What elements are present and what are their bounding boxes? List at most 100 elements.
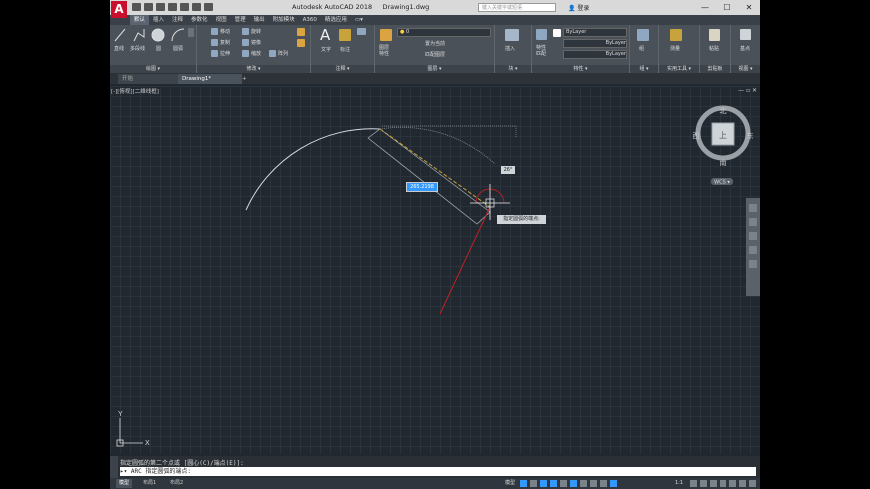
stretch-label[interactable]: 拉伸: [220, 50, 230, 57]
tab-view[interactable]: 视图: [212, 15, 231, 25]
tab-manage[interactable]: 管理: [231, 15, 250, 25]
copy-label[interactable]: 复制: [220, 39, 230, 46]
compass-north[interactable]: 北: [720, 107, 727, 115]
zoom-icon[interactable]: [749, 232, 757, 240]
move-label[interactable]: 移动: [220, 28, 230, 35]
scale-icon[interactable]: [242, 50, 249, 57]
draw-more-icon[interactable]: [188, 28, 194, 37]
open-file-icon[interactable]: [144, 3, 153, 11]
annotation-monitor-icon[interactable]: [699, 480, 707, 487]
compass-west[interactable]: 西: [693, 132, 700, 140]
lineweight-dropdown[interactable]: ByLayer: [563, 50, 627, 59]
block-panel-label[interactable]: 块 ▾: [495, 65, 531, 73]
match-layer-button[interactable]: 匹配图层: [425, 51, 445, 58]
search-input[interactable]: 键入关键字或短语: [478, 3, 556, 12]
tab-start[interactable]: 开始: [118, 74, 178, 84]
grid-toggle-icon[interactable]: [520, 480, 527, 487]
draw-panel-label[interactable]: 绘图 ▾: [110, 65, 196, 73]
annotation-visibility-icon[interactable]: [610, 480, 617, 487]
clipboard-panel-label[interactable]: 剪贴板: [700, 65, 730, 73]
command-line-grip[interactable]: [110, 456, 118, 478]
scale-label[interactable]: 缩放: [251, 50, 261, 57]
compass-south[interactable]: 南: [720, 158, 727, 167]
match-properties-icon[interactable]: [536, 29, 547, 40]
groups-panel-label[interactable]: 组 ▾: [630, 65, 658, 73]
view-panel-label[interactable]: 视图 ▾: [731, 65, 760, 73]
tab-parametric[interactable]: 参数化: [187, 15, 212, 25]
paste-icon[interactable]: [709, 29, 720, 41]
layer-properties-icon[interactable]: [380, 29, 392, 41]
isolate-objects-icon[interactable]: [719, 480, 727, 487]
polyline-icon[interactable]: [133, 28, 145, 42]
group-icon[interactable]: [637, 29, 649, 41]
hardware-acceleration-icon[interactable]: [729, 480, 737, 487]
tab-insert[interactable]: 插入: [149, 15, 168, 25]
array-icon[interactable]: [269, 50, 276, 57]
properties-panel-label[interactable]: 特性 ▾: [532, 65, 629, 73]
drawing-canvas[interactable]: Y X 上 北 南 东 西 WCS ▾: [110, 86, 760, 454]
mirror-label[interactable]: 镜像: [251, 39, 261, 46]
layers-panel-label[interactable]: 图层 ▾: [375, 65, 494, 73]
copy-icon[interactable]: [211, 39, 218, 46]
dynamic-input-field[interactable]: 265.2198: [406, 182, 438, 192]
units-icon[interactable]: [709, 480, 717, 487]
tab-drawing1[interactable]: Drawing1*: [178, 74, 242, 84]
model-space-button[interactable]: 模型: [502, 479, 518, 488]
mirror-icon[interactable]: [242, 39, 249, 46]
workspace-gear-icon[interactable]: [690, 480, 697, 487]
close-button[interactable]: ✕: [738, 0, 760, 15]
add-tab-button[interactable]: +: [238, 74, 251, 84]
selection-cycling-icon[interactable]: [600, 480, 607, 487]
object-snap-toggle-icon[interactable]: [570, 480, 577, 487]
snap-toggle-icon[interactable]: [530, 480, 537, 487]
move-icon[interactable]: [211, 28, 218, 35]
pan-icon[interactable]: [749, 218, 757, 226]
modify-panel-label[interactable]: 修改 ▾: [197, 65, 310, 73]
tab-model[interactable]: 模型: [116, 479, 133, 488]
orbit-icon[interactable]: [749, 246, 757, 254]
new-file-icon[interactable]: [132, 3, 141, 11]
viewport-controls-label[interactable]: [-][俯视][二维线框]: [111, 87, 159, 95]
layer-dropdown[interactable]: ● 0: [397, 28, 491, 37]
save-icon[interactable]: [156, 3, 165, 11]
color-dropdown[interactable]: ByLayer: [563, 28, 627, 37]
tab-addins[interactable]: 附加模块: [269, 15, 299, 25]
linetype-dropdown[interactable]: ByLayer: [563, 39, 627, 48]
lineweight-toggle-icon[interactable]: [580, 480, 587, 487]
app-logo[interactable]: A: [111, 1, 127, 18]
rotate-label[interactable]: 旋转: [251, 28, 261, 35]
measure-icon[interactable]: [670, 29, 682, 41]
annotation-scale[interactable]: 1:1: [672, 479, 686, 488]
tab-output[interactable]: 输出: [250, 15, 269, 25]
tab-annotate[interactable]: 注释: [168, 15, 187, 25]
isodraft-toggle-icon[interactable]: [560, 480, 567, 487]
set-current-button[interactable]: 置为当前: [425, 40, 445, 47]
tab-a360[interactable]: A360: [299, 15, 321, 25]
line-icon[interactable]: [114, 28, 126, 42]
command-input[interactable]: ▸▾ ARC 指定圆弧的端点:: [120, 467, 756, 476]
arc-icon[interactable]: [171, 28, 185, 42]
tab-workspace-toggle[interactable]: ▭▾: [351, 15, 367, 25]
base-view-icon[interactable]: [740, 29, 751, 40]
redo-icon[interactable]: [204, 3, 213, 11]
showmotion-icon[interactable]: [749, 260, 757, 268]
minimize-button[interactable]: —: [694, 0, 716, 15]
rotate-icon[interactable]: [242, 28, 249, 35]
dimension-icon[interactable]: [339, 29, 351, 41]
tab-layout2[interactable]: 布局2: [167, 479, 186, 488]
customization-menu-icon[interactable]: [749, 480, 757, 487]
tab-layout1[interactable]: 布局1: [140, 479, 159, 488]
ortho-toggle-icon[interactable]: [540, 480, 547, 487]
undo-icon[interactable]: [192, 3, 201, 11]
text-icon[interactable]: A: [320, 26, 330, 44]
polar-toggle-icon[interactable]: [550, 480, 557, 487]
steering-wheel-icon[interactable]: [749, 204, 757, 212]
transparency-toggle-icon[interactable]: [590, 480, 597, 487]
stretch-icon[interactable]: [211, 50, 218, 57]
tab-home[interactable]: 默认: [130, 15, 150, 25]
compass-east[interactable]: 东: [747, 131, 754, 140]
fillet-icon[interactable]: [297, 39, 305, 47]
save-as-icon[interactable]: [168, 3, 177, 11]
edit-tool-icon[interactable]: [297, 28, 305, 36]
utilities-panel-label[interactable]: 实用工具 ▾: [659, 65, 699, 73]
